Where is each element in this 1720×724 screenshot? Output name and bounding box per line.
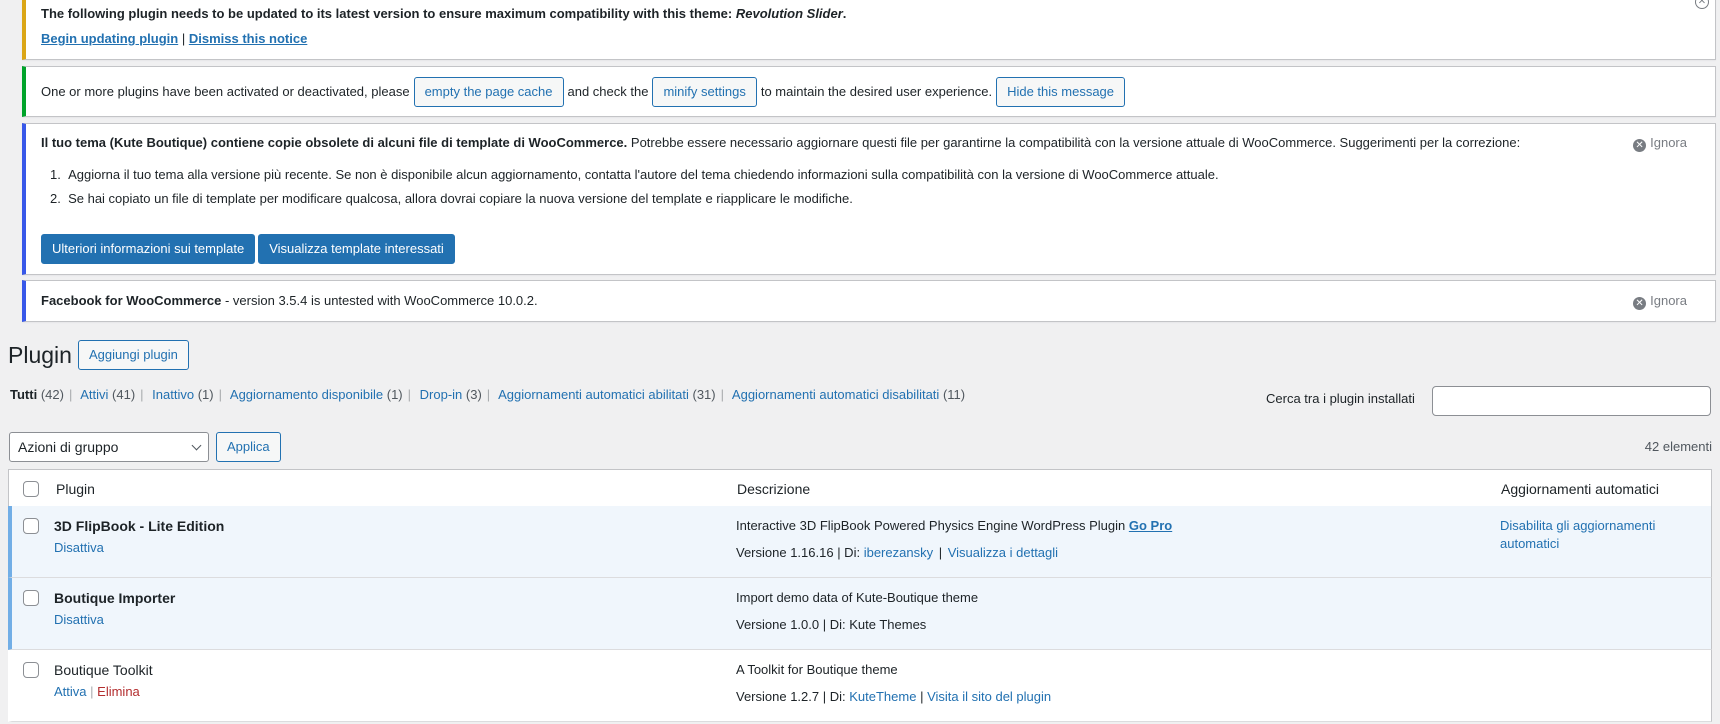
plugin-version: Versione 1.16.16 | Di: [736,545,861,560]
templates-dismiss-label: Ignora [1650,135,1687,150]
filter-count: (31) [692,387,716,402]
notice-separator: | [181,31,186,46]
close-icon[interactable]: ✕ [1695,0,1709,9]
search-input[interactable] [1432,386,1711,416]
facebook-dismiss-label: Ignora [1650,293,1687,308]
dismiss-icon: ✕ [1633,297,1647,310]
templates-notice-text: Potrebbe essere necessario aggiornare qu… [630,135,1521,150]
filter-separator: | [68,387,73,402]
filter-separator: | [140,387,144,402]
plugin-name: 3D FlipBook - Lite Edition [54,518,225,534]
woocommerce-templates-notice: Il tuo tema (Kute Boutique) contiene cop… [22,123,1716,275]
disable-auto-updates-link[interactable]: Disabilita gli aggiornamenti automatici [1500,517,1680,553]
dismiss-icon: ✕ [1633,139,1647,152]
cache-text-1: One or more plugins have been activated … [41,83,410,99]
cache-text-3: to maintain the desired user experience. [760,83,993,99]
table-header: Plugin Descrizione Aggiornamenti automat… [8,469,1712,507]
suggestion-text: Se hai copiato un file di template per m… [68,191,853,206]
filter-count: (42) [40,387,64,402]
items-count: 42 elementi [1644,439,1712,454]
view-templates-button[interactable]: Visualizza template interessati [258,234,455,264]
facebook-notice-bold: Facebook for WooCommerce [41,293,222,308]
select-all-checkbox[interactable] [23,481,39,497]
filter-count: (1) [197,387,214,402]
minify-settings-button[interactable]: minify settings [652,77,757,107]
plugin-update-text: The following plugin needs to be updated… [41,6,733,21]
plugin-description: Interactive 3D FlipBook Powered Physics … [736,518,1126,533]
filter-separator: | [486,387,491,402]
table-row: Boutique Toolkit Attiva | Elimina A Tool… [8,650,1712,722]
empty-cache-button[interactable]: empty the page cache [413,77,564,107]
plugin-name: Boutique Importer [54,590,176,606]
chevron-down-icon [191,440,202,451]
dismiss-notice-link[interactable]: Dismiss this notice [189,31,307,46]
filter-count: (41) [112,387,136,402]
delete-link[interactable]: Elimina [97,684,140,699]
bulk-actions-value: Azioni di gruppo [18,439,119,455]
row-checkbox[interactable] [23,518,39,534]
templates-dismiss[interactable]: ✕ Ignora [1633,134,1687,152]
row-checkbox[interactable] [23,590,39,606]
filter-separator: | [218,387,222,402]
filter-active[interactable]: Attivi [80,387,108,402]
filter-links: Tutti (42) | Attivi (41) | Inattivo (1) | A… [10,386,965,404]
plugin-update-notice: The following plugin needs to be updated… [22,0,1716,60]
meta-separator: | [938,545,943,560]
facebook-notice-text: - version 3.5.4 is untested with WooComm… [224,293,538,308]
facebook-dismiss[interactable]: ✕ Ignora [1633,292,1687,310]
facebook-notice: Facebook for WooCommerce - version 3.5.4… [22,280,1716,322]
plugin-description: Import demo data of Kute-Boutique theme [736,590,979,605]
hide-message-button[interactable]: Hide this message [996,77,1126,107]
meta-separator: | [920,689,924,704]
filter-inactive[interactable]: Inattivo [152,387,194,402]
filter-auto-disabled[interactable]: Aggiornamenti automatici disabilitati [732,387,939,402]
author-link[interactable]: KuteTheme [849,689,916,704]
filter-dropins[interactable]: Drop-in [420,387,463,402]
filter-separator: | [407,387,412,402]
templates-info-button[interactable]: Ulteriori informazioni sui template [41,234,256,264]
table-row: Boutique Importer Disattiva Import demo … [8,578,1712,650]
cache-notice: One or more plugins have been activated … [22,66,1716,117]
apply-button[interactable]: Applica [216,432,281,462]
activate-link[interactable]: Attiva [54,684,87,699]
filter-count: (3) [465,387,482,402]
table-row: 3D FlipBook - Lite Edition Disattiva Int… [8,506,1712,578]
add-plugin-button[interactable]: Aggiungi plugin [78,340,189,370]
cache-text-2: and check the [567,83,649,99]
plugin-version: Versione 1.2.7 | Di: [736,689,846,704]
filter-all[interactable]: Tutti [10,387,37,402]
filter-count: (11) [942,387,966,402]
row-checkbox[interactable] [23,662,39,678]
plugin-update-name: Revolution Slider [735,6,843,21]
plugin-update-period: . [842,6,847,21]
deactivate-link[interactable]: Disattiva [54,539,104,557]
plugin-version: Versione 1.0.0 | Di: Kute Themes [736,617,927,632]
page-title: Plugin [8,342,72,368]
bulk-actions-select[interactable]: Azioni di gruppo [9,432,209,462]
plugin-site-link[interactable]: Visita il sito del plugin [927,689,1051,704]
templates-suggestion-2: 2. Se hai copiato un file di template pe… [50,191,853,206]
begin-updating-link[interactable]: Begin updating plugin [41,31,178,46]
search-label: Cerca tra i plugin installati [1266,391,1415,406]
templates-notice-bold: Il tuo tema (Kute Boutique) contiene cop… [41,135,628,150]
column-plugin[interactable]: Plugin [56,480,95,500]
action-separator: | [90,684,94,699]
column-auto-updates: Aggiornamenti automatici [1501,481,1659,497]
deactivate-link[interactable]: Disattiva [54,611,104,629]
go-pro-link[interactable]: Go Pro [1129,518,1172,533]
plugin-name: Boutique Toolkit [54,662,153,678]
view-details-link[interactable]: Visualizza i dettagli [948,545,1058,560]
templates-suggestion-1: 1. Aggiorna il tuo tema alla versione pi… [50,167,1219,182]
author-link[interactable]: iberezansky [864,545,933,560]
column-description: Descrizione [737,481,811,497]
filter-separator: | [720,387,725,402]
plugin-description: A Toolkit for Boutique theme [736,662,898,677]
suggestion-text: Aggiorna il tuo tema alla versione più r… [68,167,1219,182]
filter-auto-enabled[interactable]: Aggiornamenti automatici abilitati [498,387,689,402]
filter-count: (1) [386,387,403,402]
filter-update-available[interactable]: Aggiornamento disponibile [230,387,383,402]
